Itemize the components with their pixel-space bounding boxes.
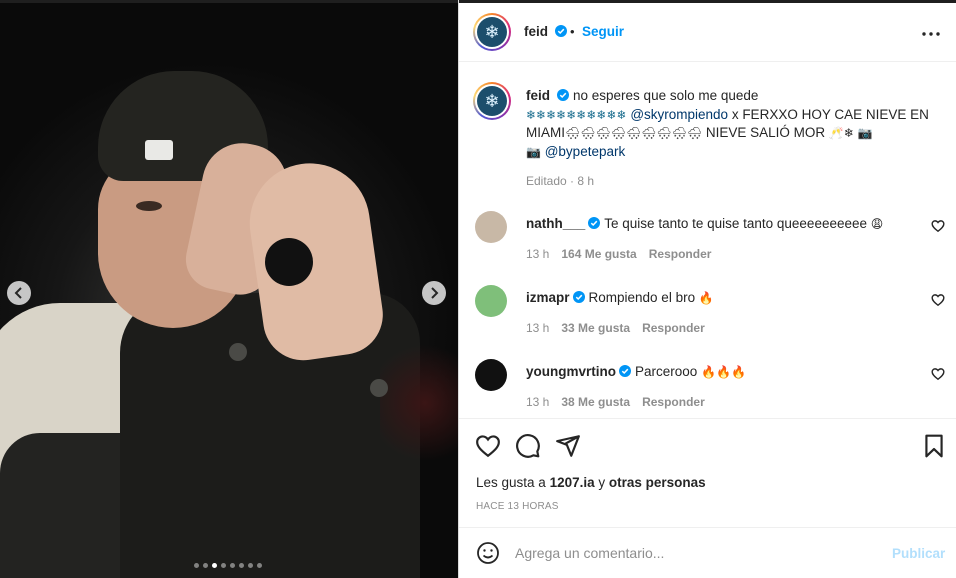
comment-body: nathh___ Te quise tanto te quise tanto qu… xyxy=(526,215,916,233)
commenter-avatar[interactable] xyxy=(475,211,507,243)
post-photo[interactable] xyxy=(0,3,458,578)
caption-text: NIEVE SALIÓ MOR xyxy=(702,125,829,140)
bookmark-icon[interactable] xyxy=(921,433,947,459)
comment-time: 13 h xyxy=(526,395,550,409)
snowflake-emojis: ❄❄❄❄❄❄❄❄❄❄ xyxy=(526,107,627,122)
commenter-username[interactable]: nathh___ xyxy=(526,216,585,231)
author-username-text[interactable]: feid xyxy=(524,24,548,39)
caption-username[interactable]: feid xyxy=(526,88,550,103)
comment-heart-icon[interactable] xyxy=(931,367,945,381)
comment-meta: 13 h 33 Me gusta Responder xyxy=(526,321,705,335)
snow-cloud-emojis: 🌨🌨🌨🌨🌨🌨🌨🌨🌨 xyxy=(565,126,703,140)
comment-text: Rompiendo el bro xyxy=(588,290,696,305)
verified-badge-icon xyxy=(557,89,570,101)
commenter-avatar[interactable] xyxy=(475,285,507,317)
comment-likes[interactable]: 33 Me gusta xyxy=(561,321,630,335)
commenter-avatar[interactable] xyxy=(475,359,507,391)
liker-username[interactable]: 1207.ia xyxy=(550,475,595,490)
post-caption: feid no esperes que solo me quede ❄❄❄❄❄❄❄… xyxy=(526,87,946,161)
comment-likes[interactable]: 38 Me gusta xyxy=(561,395,630,409)
comment-likes[interactable]: 164 Me gusta xyxy=(561,247,636,261)
carousel-dot xyxy=(194,563,199,568)
photo-jacket-button xyxy=(370,379,388,397)
more-options-button[interactable] xyxy=(919,22,943,46)
reply-button[interactable]: Responder xyxy=(642,395,705,409)
author-username[interactable]: feid xyxy=(524,24,567,39)
other-likers-link[interactable]: otras personas xyxy=(609,475,706,490)
photo-red-glow xyxy=(380,333,458,473)
comment-body: izmapr Rompiendo el bro 🔥 xyxy=(526,289,916,307)
mention-link[interactable]: @skyrompiendo xyxy=(630,107,728,122)
comment-emoji: 🔥 xyxy=(698,291,714,305)
carousel-dot xyxy=(221,563,226,568)
verified-badge-icon xyxy=(554,25,567,37)
post-timestamp: HACE 13 HORAS xyxy=(476,501,559,512)
separator-dot: • xyxy=(570,24,575,39)
commenter-username[interactable]: izmapr xyxy=(526,290,570,305)
comment-item: izmapr Rompiendo el bro 🔥 13 h 33 Me gusta R… xyxy=(459,285,956,359)
post-actions: Les gusta a 1207.ia y otras personas HAC… xyxy=(459,418,956,526)
caption-emojis: 🥂❄ 📷 xyxy=(828,126,873,140)
chevron-left-icon xyxy=(14,287,22,299)
comment-item: nathh___ Te quise tanto te quise tanto qu… xyxy=(459,211,956,285)
comment-time: 13 h xyxy=(526,321,550,335)
comment-text: Te quise tanto te quise tanto queeeeeeee… xyxy=(604,216,867,231)
carousel-dot xyxy=(212,563,217,568)
carousel-dot xyxy=(203,563,208,568)
post-side-panel: ❄ feid • Seguir ❄ feid no esperes que sol… xyxy=(458,0,956,578)
comment-time: 13 h xyxy=(526,247,550,261)
share-icon[interactable] xyxy=(555,433,581,459)
mention-link[interactable]: @bypetepark xyxy=(545,144,626,159)
verified-badge-icon xyxy=(619,365,631,377)
follow-button[interactable]: Seguir xyxy=(582,24,624,39)
comment-body: youngmvrtino Parcerooo 🔥🔥🔥 xyxy=(526,363,916,381)
comment-emoji: 😩 xyxy=(870,217,884,231)
comment-heart-icon[interactable] xyxy=(931,293,945,307)
snowflake-icon: ❄ xyxy=(477,86,507,116)
likes-prefix: Les gusta a xyxy=(476,475,550,490)
photo-eye-left xyxy=(136,201,162,211)
caption-text: no esperes que solo me quede xyxy=(573,88,759,103)
emoji-icon[interactable] xyxy=(476,541,500,565)
photo-jacket-button xyxy=(229,343,247,361)
add-comment-bar: Publicar xyxy=(459,527,956,578)
publish-comment-button[interactable]: Publicar xyxy=(892,546,945,561)
reply-button[interactable]: Responder xyxy=(649,247,712,261)
comment-meta: 13 h 38 Me gusta Responder xyxy=(526,395,705,409)
snowflake-icon: ❄ xyxy=(477,17,507,47)
caption-author-avatar[interactable]: ❄ xyxy=(473,82,511,120)
likes-middle: y xyxy=(594,475,609,490)
post-header: ❄ feid • Seguir xyxy=(459,3,956,62)
comment-emoji: 🔥🔥🔥 xyxy=(701,365,746,379)
heart-icon[interactable] xyxy=(475,433,501,459)
carousel-dot xyxy=(230,563,235,568)
camera-emoji: 📷 xyxy=(526,144,541,159)
author-avatar[interactable]: ❄ xyxy=(473,13,511,51)
caption-meta: Editado · 8 h xyxy=(526,174,595,188)
verified-badge-icon xyxy=(588,217,601,229)
comment-text: Parcerooo xyxy=(635,364,698,379)
photo-cap-logo xyxy=(145,140,173,160)
carousel-dot xyxy=(257,563,262,568)
carousel-dot xyxy=(248,563,253,568)
carousel-dot xyxy=(239,563,244,568)
comment-icon[interactable] xyxy=(515,433,541,459)
chevron-right-icon xyxy=(431,287,439,299)
reply-button[interactable]: Responder xyxy=(642,321,705,335)
more-horizontal-icon xyxy=(922,32,940,36)
verified-badge-icon xyxy=(572,291,585,303)
carousel-dots xyxy=(194,563,262,568)
likes-summary: Les gusta a 1207.ia y otras personas xyxy=(476,475,706,490)
comment-meta: 13 h 164 Me gusta Responder xyxy=(526,247,711,261)
photo-ok-gesture xyxy=(265,238,313,286)
comment-input[interactable] xyxy=(515,541,875,565)
comment-heart-icon[interactable] xyxy=(931,219,945,233)
next-slide-button[interactable] xyxy=(422,281,446,305)
commenter-username[interactable]: youngmvrtino xyxy=(526,364,616,379)
previous-slide-button[interactable] xyxy=(7,281,31,305)
